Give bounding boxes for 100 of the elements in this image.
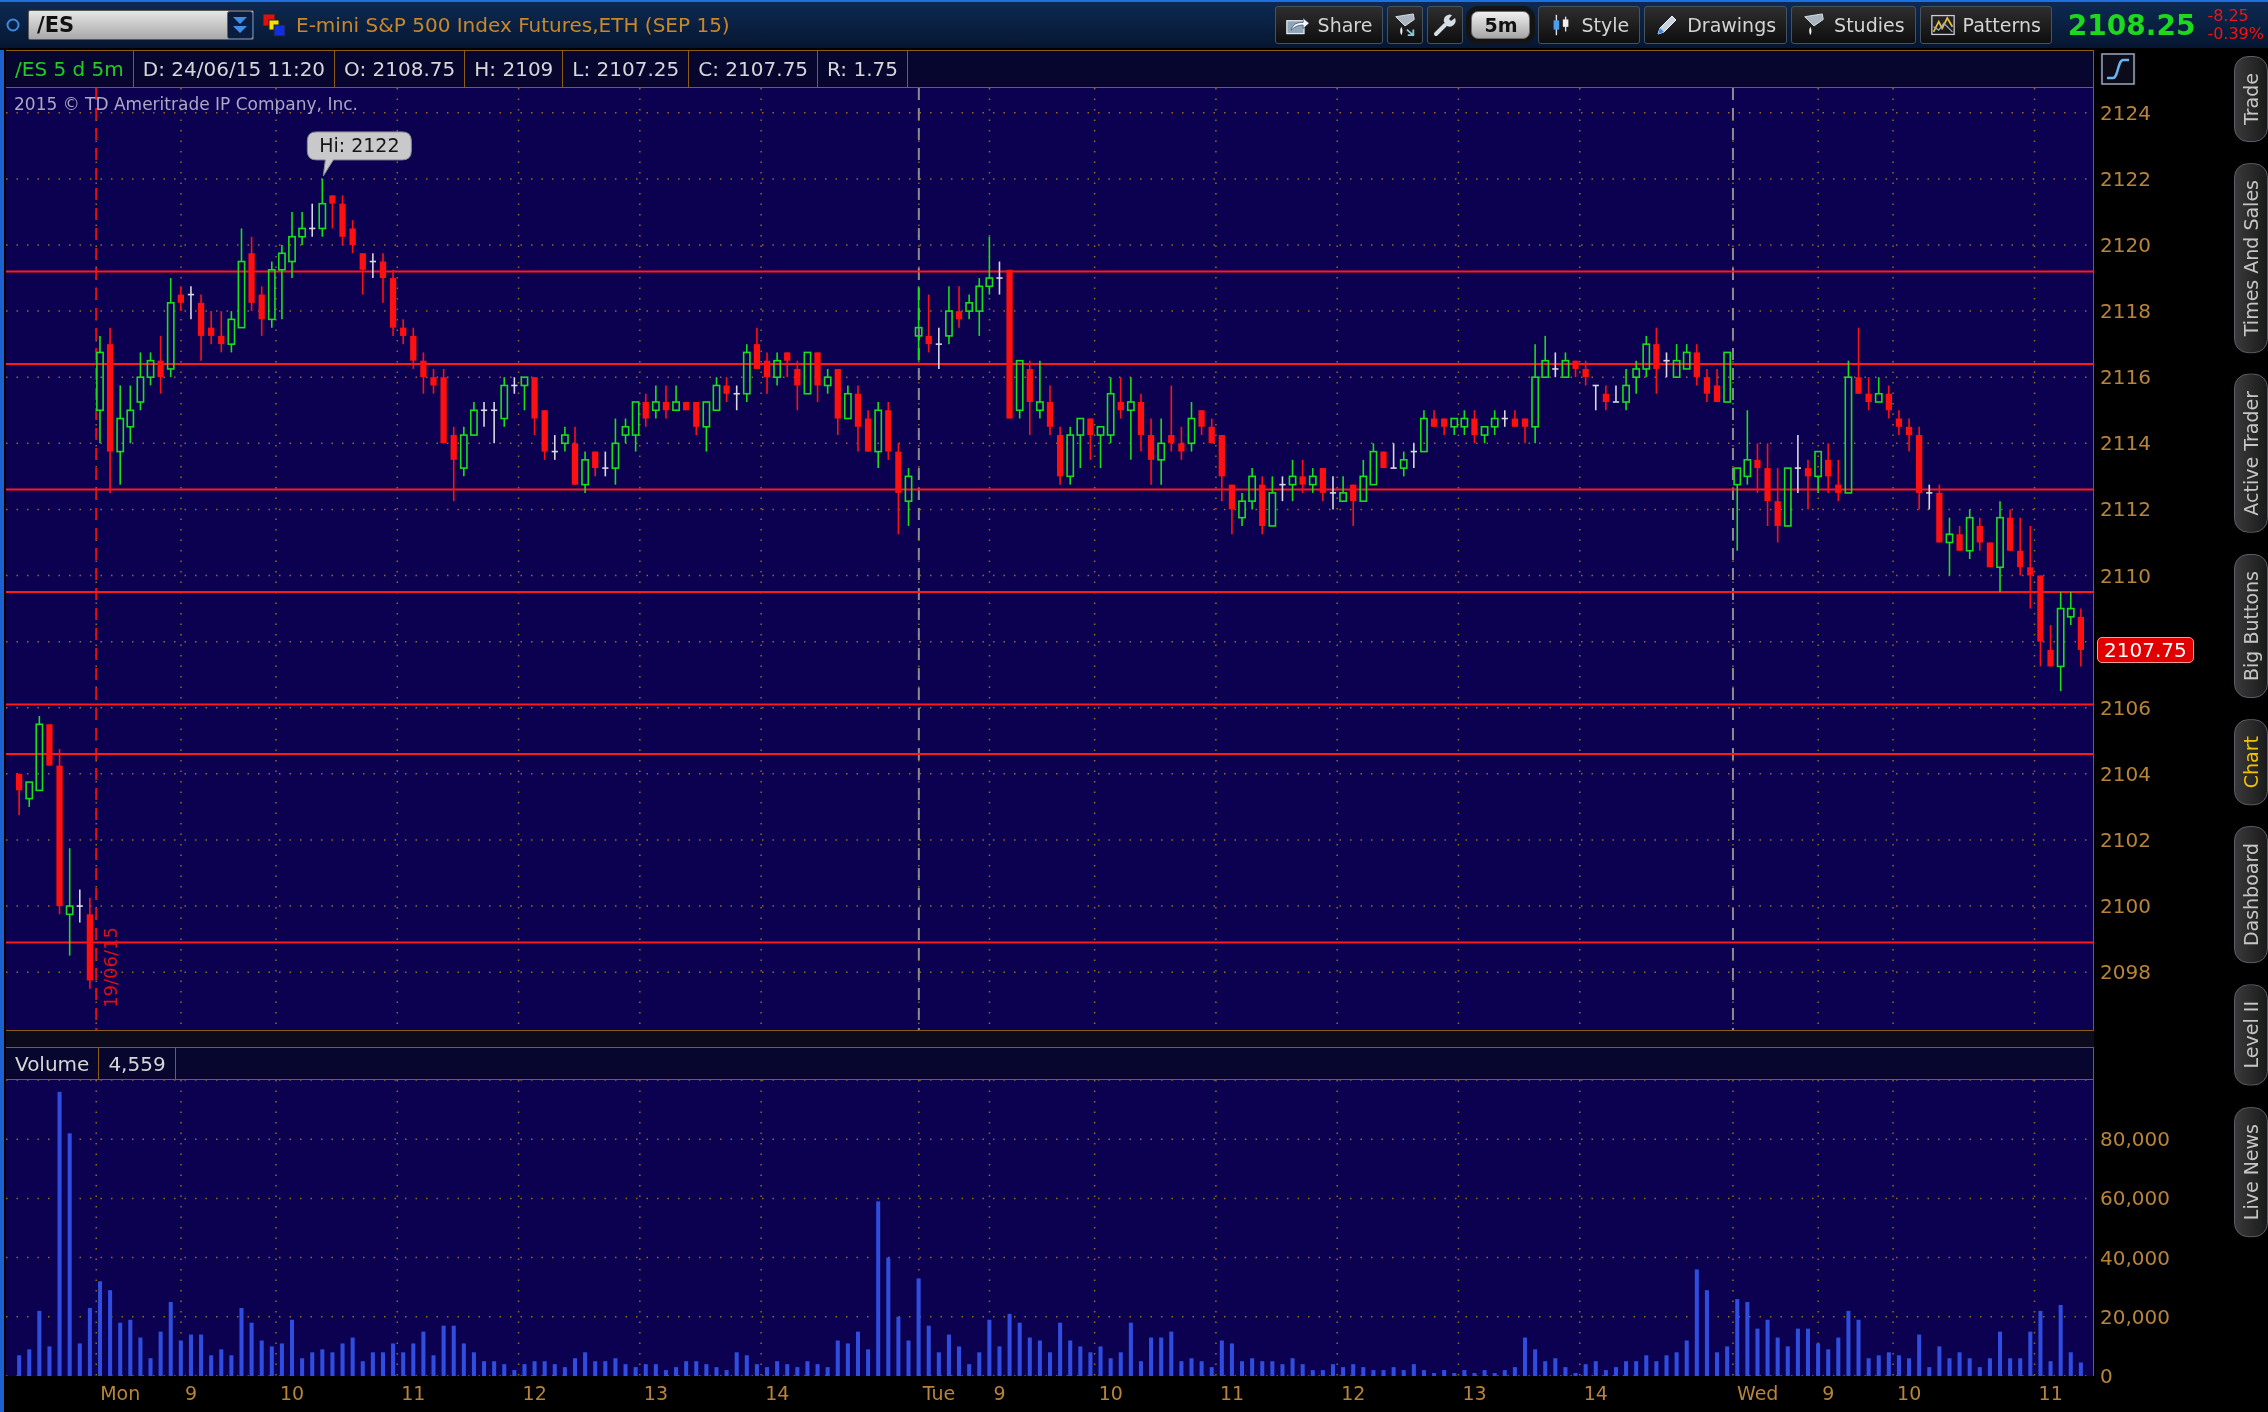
candle	[1602, 384, 1609, 412]
sidebar-tab[interactable]: Trade	[2234, 56, 2268, 143]
volume-bar	[188, 1334, 193, 1376]
price-axis-label: 2114	[2100, 431, 2151, 456]
candle	[1399, 450, 1408, 478]
settings-button[interactable]	[1427, 6, 1464, 44]
symbol-field[interactable]: /ES	[28, 10, 254, 40]
candle	[368, 252, 377, 279]
volume-bar	[1179, 1361, 1184, 1376]
candle	[1087, 417, 1094, 461]
candle	[1662, 351, 1671, 378]
color-squares-icon[interactable]	[262, 13, 286, 37]
volume-bar	[290, 1319, 295, 1376]
volume-bar	[1411, 1364, 1416, 1376]
ring-icon[interactable]	[6, 18, 20, 32]
curve-button[interactable]	[2100, 53, 2136, 85]
sidebar-tab[interactable]: Times And Sales	[2234, 163, 2268, 354]
volume-bar	[1341, 1367, 1346, 1376]
volume-bar	[684, 1361, 689, 1376]
candle	[874, 401, 883, 469]
candle	[1956, 525, 1963, 552]
time-axis-label: 11	[1219, 1382, 1245, 1404]
volume-bar	[350, 1337, 355, 1376]
volume-bar	[805, 1361, 810, 1376]
volume-bar	[1058, 1322, 1063, 1376]
candle	[1925, 483, 1934, 511]
price-axis-label: 2104	[2100, 761, 2151, 786]
candle	[1682, 343, 1691, 370]
volume-axis-label: 0	[2100, 1364, 2113, 1388]
candle	[1622, 368, 1630, 412]
candle	[1723, 351, 1732, 403]
studies-button[interactable]: Studies	[1791, 6, 1916, 44]
sidebar-tab[interactable]: Active Trader	[2234, 374, 2268, 533]
volume-bar	[1260, 1361, 1265, 1376]
candle	[1369, 442, 1378, 486]
sidebar-tab[interactable]: Big Buttons	[2234, 553, 2268, 698]
volume-bar	[825, 1367, 830, 1376]
candle	[1490, 409, 1499, 436]
share-button[interactable]: Share	[1274, 6, 1384, 44]
volume-bar	[1917, 1334, 1922, 1376]
candle	[1259, 475, 1266, 535]
style-button[interactable]: Style	[1538, 6, 1641, 44]
time-axis-label: 11	[401, 1382, 426, 1404]
volume-bar	[1866, 1358, 1871, 1376]
zigzag-chart-icon	[1930, 13, 1955, 37]
candle	[723, 376, 730, 403]
candle	[339, 194, 346, 246]
volume-bar	[1169, 1331, 1174, 1376]
volume-bar	[1593, 1361, 1598, 1376]
candle	[1572, 359, 1579, 378]
sidebar-tab[interactable]: Dashboard	[2234, 826, 2268, 964]
candle	[208, 310, 215, 345]
flask-button[interactable]	[1387, 6, 1424, 44]
volume-bar	[562, 1367, 567, 1376]
volume-bar	[502, 1364, 507, 1376]
volume-bar	[1967, 1358, 1972, 1376]
candle	[1450, 417, 1459, 436]
volume-bar	[643, 1364, 648, 1376]
date-label: 19/06/15	[100, 927, 122, 1008]
volume-bar	[1533, 1349, 1538, 1376]
volume-bar	[27, 1349, 32, 1376]
candle	[1976, 516, 1983, 552]
last-price: 2108.25	[2067, 8, 2196, 42]
time-axis-label: 14	[765, 1382, 790, 1404]
price-axis-label: 2100	[2100, 894, 2151, 919]
chevron-down-icon	[227, 11, 253, 39]
candle	[1035, 359, 1044, 420]
candle	[925, 293, 932, 354]
volume-bar	[1219, 1340, 1224, 1376]
volume-bar	[896, 1316, 901, 1376]
volume-bar	[199, 1334, 204, 1376]
quote-field: H: 2109	[465, 51, 564, 87]
candle	[1308, 467, 1317, 494]
chart-settings-label[interactable]: /ES 5 d 5m	[6, 51, 134, 87]
volume-bar	[1048, 1352, 1052, 1376]
sidebar-tab[interactable]: Chart	[2234, 718, 2268, 806]
volume-bar	[1229, 1343, 1234, 1376]
volume-bar	[1128, 1322, 1133, 1376]
volume-bar	[835, 1340, 840, 1376]
volume-bar	[370, 1352, 375, 1376]
sidebar-tab[interactable]: Live News	[2234, 1106, 2268, 1237]
sidebar-tab[interactable]: Level II	[2234, 984, 2268, 1086]
splitter-handle[interactable]	[6, 1030, 2094, 1047]
time-axis-label: 9	[993, 1382, 1006, 1404]
volume-axis-label: 40,000	[2100, 1245, 2170, 1270]
time-axis-label: 9	[1822, 1382, 1835, 1404]
price-axis-label: 2110	[2100, 563, 2151, 588]
volume-bar	[1998, 1331, 2003, 1376]
volume-bar	[330, 1352, 335, 1376]
candle	[823, 368, 832, 395]
volume-bar	[1725, 1346, 1730, 1376]
patterns-button[interactable]: Patterns	[1919, 6, 2052, 44]
candle	[571, 426, 579, 486]
time-axis-label: 10	[1897, 1382, 1922, 1404]
volume-bar	[1826, 1349, 1831, 1376]
volume-bar	[380, 1352, 385, 1376]
volume-bar	[138, 1337, 143, 1376]
candle	[16, 773, 23, 816]
drawings-button[interactable]: Drawings	[1644, 6, 1788, 44]
volume-bar	[1634, 1361, 1639, 1376]
